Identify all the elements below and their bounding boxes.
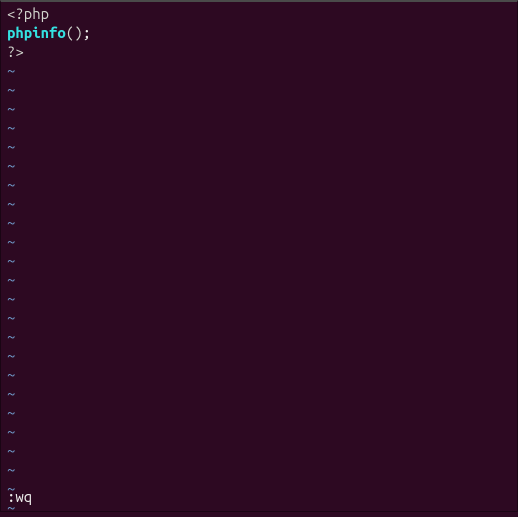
- code-line: ?>: [7, 42, 517, 61]
- empty-line-tilde: ~: [7, 61, 517, 80]
- empty-line-tilde: ~: [7, 251, 517, 270]
- code-line: <?php: [7, 4, 517, 23]
- empty-line-tilde: ~: [7, 460, 517, 479]
- editor-area[interactable]: <?php phpinfo(); ?> ~~~~~~~~~~~~~~~~~~~~…: [1, 2, 517, 517]
- empty-line-tilde: ~: [7, 346, 517, 365]
- empty-line-tilde: ~: [7, 194, 517, 213]
- semicolon: ;: [83, 24, 91, 41]
- empty-line-tilde: ~: [7, 498, 517, 517]
- empty-line-tilde: ~: [7, 175, 517, 194]
- parentheses: (): [66, 24, 83, 41]
- empty-line-tilde: ~: [7, 232, 517, 251]
- empty-line-tilde: ~: [7, 289, 517, 308]
- empty-line-tilde: ~: [7, 308, 517, 327]
- empty-line-tilde: ~: [7, 441, 517, 460]
- empty-line-tilde: ~: [7, 118, 517, 137]
- empty-line-tilde: ~: [7, 479, 517, 498]
- empty-line-tilde: ~: [7, 365, 517, 384]
- code-line: phpinfo();: [7, 23, 517, 42]
- vim-command-line[interactable]: :wq: [7, 487, 32, 506]
- empty-line-tilde: ~: [7, 137, 517, 156]
- php-open-tag: <?php: [7, 5, 49, 22]
- empty-line-tilde: ~: [7, 422, 517, 441]
- empty-line-tilde: ~: [7, 270, 517, 289]
- empty-line-tilde: ~: [7, 99, 517, 118]
- function-name: phpinfo: [7, 24, 66, 41]
- empty-line-tilde: ~: [7, 80, 517, 99]
- php-close-tag: ?>: [7, 43, 24, 60]
- empty-line-tilde: ~: [7, 384, 517, 403]
- empty-line-tilde: ~: [7, 403, 517, 422]
- empty-line-tilde: ~: [7, 327, 517, 346]
- empty-line-tilde: ~: [7, 156, 517, 175]
- empty-line-tilde: ~: [7, 213, 517, 232]
